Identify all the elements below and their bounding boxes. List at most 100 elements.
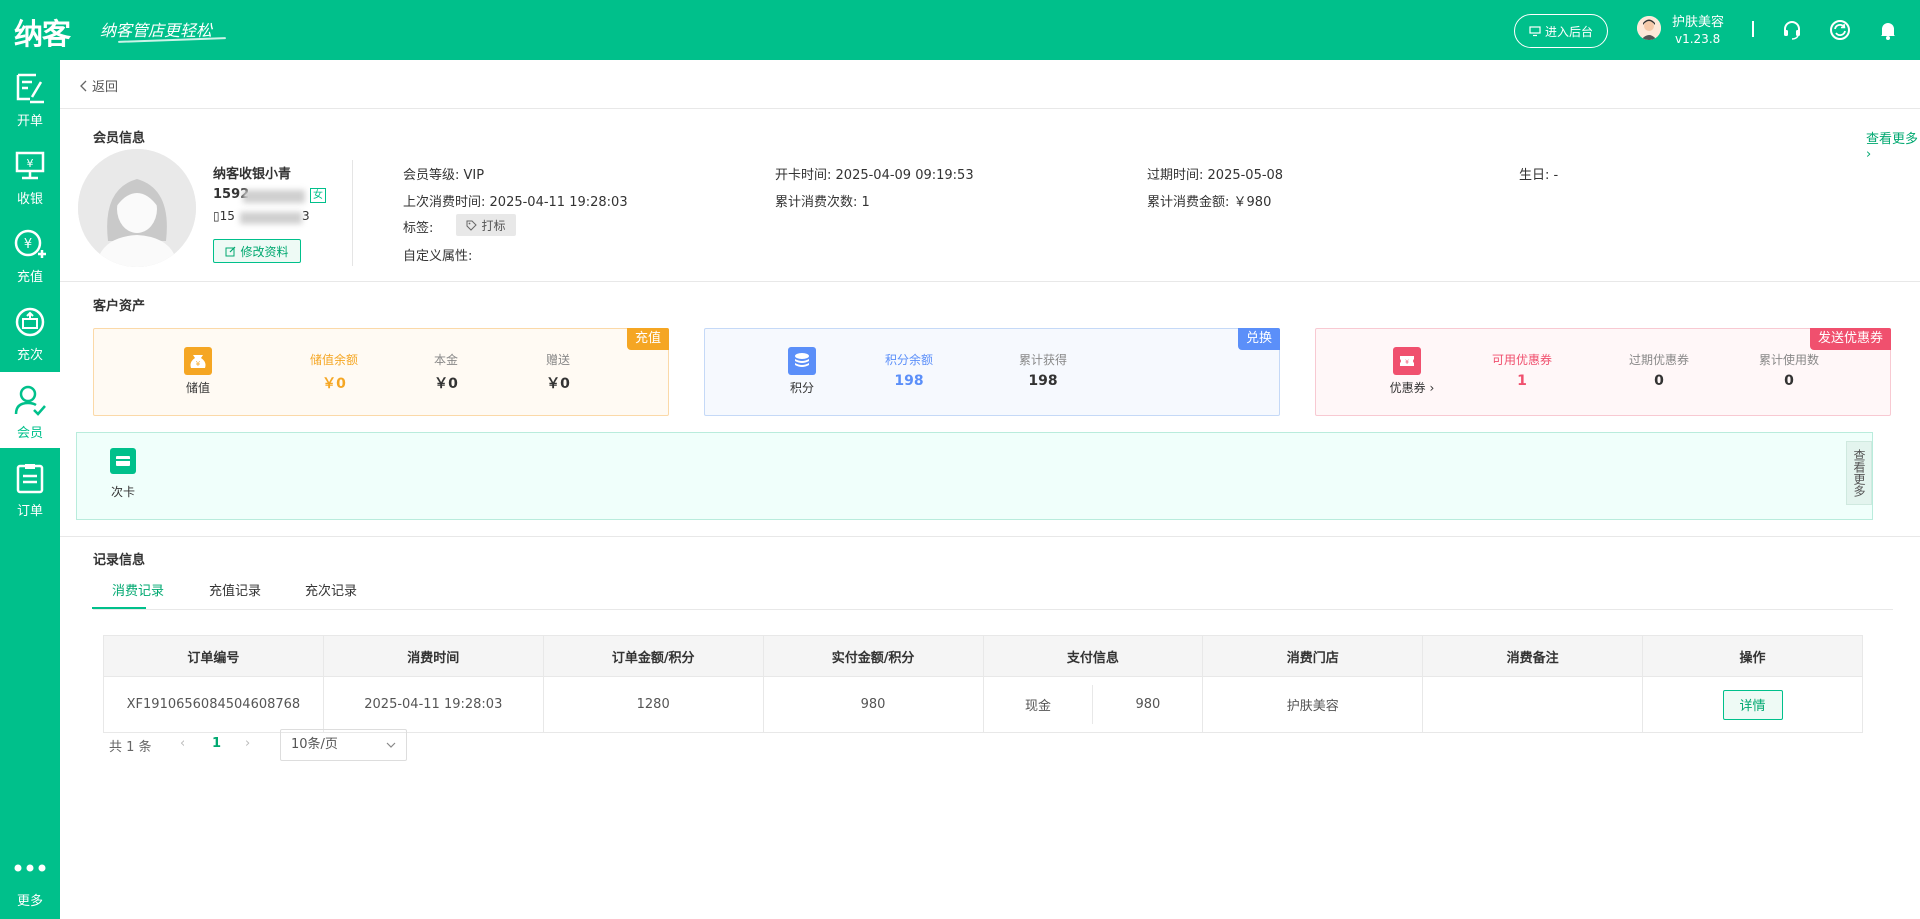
order-number: XF1910656084504608768 [104, 677, 324, 732]
member-avatar [78, 149, 196, 267]
sidebar-item-member[interactable]: 会员 [0, 372, 60, 448]
open-time-value: 2025-04-09 09:19:53 [835, 168, 974, 183]
consume-amount: 累计消费金额: ￥980 [1147, 191, 1271, 210]
last-consume-value: 2025-04-11 19:28:03 [489, 195, 628, 210]
main-content: 返回 会员信息 查看更多 › 纳客收银小青 1592 女 ▯15 3 修改资料 … [60, 60, 1920, 919]
chevron-left-icon [80, 80, 87, 91]
stored-balance-value: ￥0 [322, 376, 346, 392]
times-card-label: 次卡 [110, 485, 135, 499]
page-number-1[interactable]: 1 [212, 736, 221, 751]
custom-attr-label: 自定义属性: [403, 249, 473, 264]
total-count: 共 1 条 [109, 740, 152, 755]
sidebar-item-more[interactable]: 更多 [0, 840, 60, 916]
sidebar-item-label: 会员 [16, 426, 43, 441]
sidebar-item-recharge[interactable]: ¥ 充值 [0, 216, 60, 292]
level-label: 会员等级: [403, 168, 460, 183]
level-value: VIP [463, 168, 485, 183]
records-section-title: 记录信息 [93, 553, 146, 568]
times-card-see-more[interactable]: 查看更多 [1846, 441, 1872, 505]
sidebar-item-label: 开单 [16, 114, 43, 129]
principal-value: ￥0 [434, 376, 458, 392]
page-size-select[interactable]: 10条/页 [280, 729, 407, 761]
user-name[interactable]: 护肤美容 [1672, 11, 1724, 30]
member-section-title: 会员信息 [93, 131, 146, 146]
phone-icon: ▯ [213, 209, 220, 223]
points-balance-label: 积分余额 [884, 353, 933, 367]
edit-icon [225, 246, 236, 256]
cashier-icon: ¥ [15, 151, 45, 180]
headset-icon[interactable] [1781, 19, 1803, 41]
recharge-badge-button[interactable]: 充值 [626, 328, 669, 350]
next-page-button[interactable]: › [245, 736, 250, 751]
edit-profile-button[interactable]: 修改资料 [213, 239, 301, 263]
sidebar-item-label: 更多 [16, 894, 43, 909]
birthday-label: 生日: [1519, 168, 1550, 183]
enter-backend-label: 进入后台 [1544, 24, 1593, 39]
detail-button[interactable]: 详情 [1722, 689, 1783, 720]
see-more-label: 查看更多 [1866, 132, 1919, 147]
stored-balance-label: 储值余额 [309, 353, 358, 367]
more-dots-icon [14, 864, 46, 872]
assets-section-title: 客户资产 [93, 299, 146, 314]
add-tag-button[interactable]: 打标 [456, 214, 516, 236]
edit-profile-label: 修改资料 [240, 244, 289, 259]
redacted-phone-secondary [240, 212, 302, 224]
consume-count-value: 1 [861, 195, 870, 210]
consume-count: 累计消费次数: 1 [775, 191, 870, 210]
user-avatar[interactable] [1637, 16, 1661, 40]
open-time-label: 开卡时间: [775, 168, 832, 183]
tab-recharge-records[interactable]: 充值记录 [209, 580, 261, 599]
exchange-badge-button[interactable]: 兑换 [1237, 328, 1280, 350]
orders-icon [16, 464, 44, 494]
coupons-card: 发送优惠券 ¥ 优惠券 › 可用优惠券 1 过期优惠券 0 累计使用数 0 [1315, 328, 1891, 416]
sidebar-item-billing[interactable]: 开单 [0, 60, 60, 136]
birthday: 生日: - [1519, 164, 1558, 183]
payment-info: 现金 980 [984, 677, 1204, 732]
monitor-icon [1529, 26, 1541, 37]
coupons-link[interactable]: 优惠券 › [1377, 379, 1447, 396]
back-link[interactable]: 返回 [80, 76, 118, 95]
last-consume-time: 上次消费时间: 2025-04-11 19:28:03 [403, 191, 628, 210]
expired-coupons-label: 过期优惠券 [1628, 353, 1689, 367]
sidebar-item-times-recharge[interactable]: 充次 [0, 294, 60, 370]
divider [60, 536, 1920, 537]
member-icon [14, 385, 46, 416]
consume-records-table: 订单编号 消费时间 订单金额/积分 实付金额/积分 支付信息 消费门店 消费备注… [103, 635, 1863, 733]
consume-count-label: 累计消费次数: [775, 195, 858, 210]
enter-backend-button[interactable]: 进入后台 [1514, 14, 1608, 48]
tab-times-recharge-records[interactable]: 充次记录 [305, 580, 357, 599]
order-amount: 1280 [544, 677, 764, 732]
send-coupon-button[interactable]: 发送优惠券 [1809, 328, 1891, 350]
chevron-down-icon [386, 742, 396, 748]
add-tag-label: 打标 [481, 218, 506, 233]
prev-page-button[interactable]: ‹ [180, 736, 185, 751]
column-header: 消费时间 [324, 636, 544, 676]
used-coupons-value: 0 [1784, 373, 1794, 389]
bell-icon[interactable] [1877, 19, 1899, 41]
page-size-value: 10条/页 [291, 737, 338, 752]
column-header: 订单金额/积分 [544, 636, 764, 676]
member-avatar-icon [78, 149, 196, 267]
gift-value: ￥0 [546, 376, 570, 392]
points-label: 积分 [789, 381, 814, 395]
see-more-link[interactable]: 查看更多 › [1866, 128, 1920, 162]
used-coupons-label: 累计使用数 [1758, 353, 1819, 367]
sidebar-item-label: 充次 [16, 348, 43, 363]
column-header: 操作 [1739, 650, 1766, 666]
sidebar-item-orders[interactable]: 订单 [0, 450, 60, 526]
svg-text:¥: ¥ [196, 360, 201, 368]
sidebar-item-cashier[interactable]: ¥ 收银 [0, 138, 60, 214]
coupon-icon: ¥ [1393, 347, 1421, 375]
svg-text:¥: ¥ [24, 237, 32, 252]
refresh-icon[interactable] [1829, 19, 1851, 41]
column-header: 实付金额/积分 [764, 636, 984, 676]
last-consume-label: 上次消费时间: [403, 195, 486, 210]
back-label: 返回 [92, 80, 119, 95]
chevron-right-icon: › [1866, 147, 1872, 162]
billing-icon [16, 73, 44, 104]
points-icon [788, 347, 816, 375]
recharge-icon: ¥ [14, 229, 46, 258]
tab-consume-records[interactable]: 消费记录 [112, 580, 164, 599]
expire-time: 过期时间: 2025-05-08 [1147, 164, 1283, 183]
actions-cell: 详情 [1643, 677, 1862, 732]
